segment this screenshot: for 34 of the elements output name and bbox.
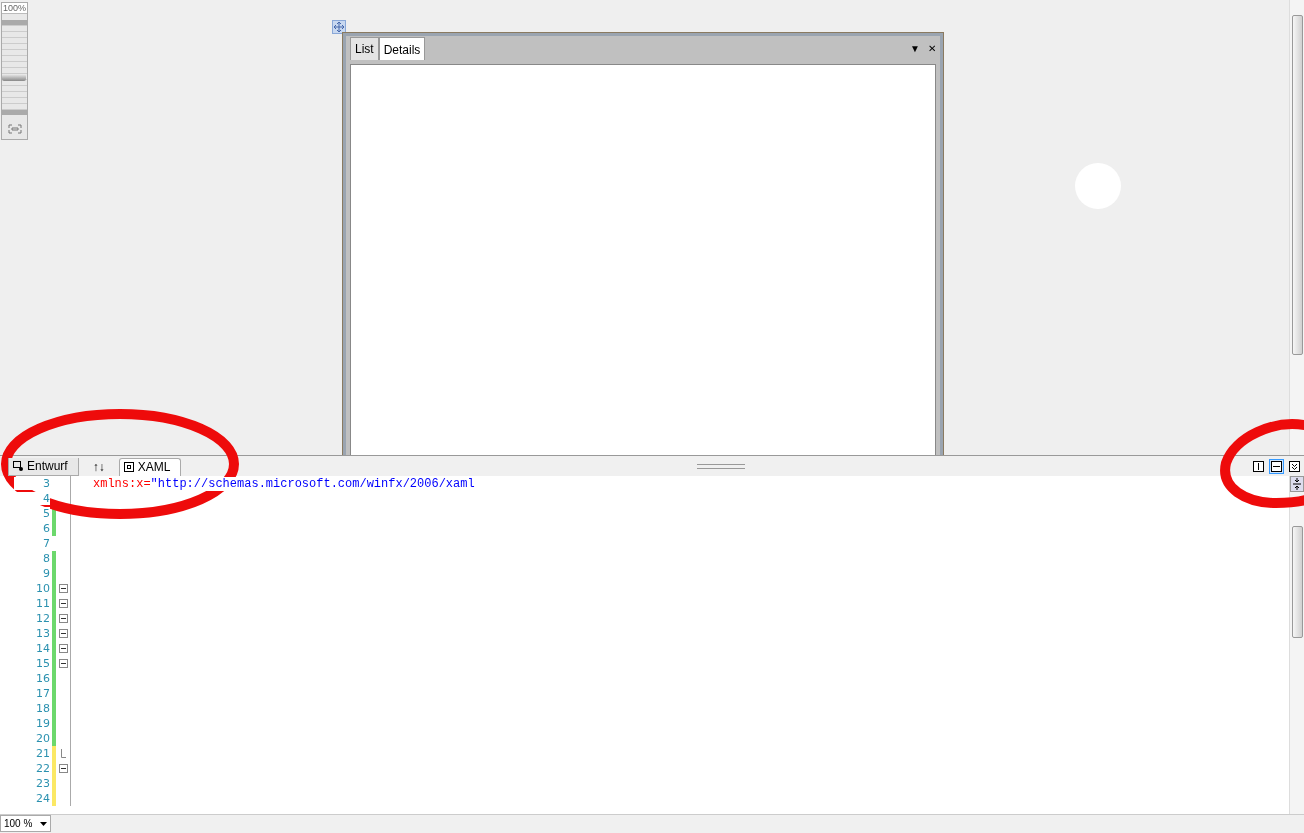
vertical-split-button[interactable] — [1251, 458, 1266, 474]
vertical-scrollbar[interactable] — [1289, 0, 1304, 455]
collapse-split-button[interactable] — [1287, 458, 1302, 474]
menu-dropdown-button[interactable]: ▼ — [906, 42, 924, 54]
scrollbar-thumb[interactable] — [1292, 15, 1303, 355]
split-handle-icon[interactable] — [1290, 476, 1304, 492]
markup-icon — [123, 462, 134, 472]
collapse-icon[interactable] — [58, 614, 68, 623]
collapse-icon[interactable] — [58, 584, 68, 593]
zoom-label: 100% — [2, 3, 27, 14]
window-tab[interactable]: List — [350, 37, 379, 60]
horizontal-split-button[interactable] — [1269, 458, 1284, 474]
fold-end-icon — [60, 749, 66, 758]
window-tab[interactable]: Details — [378, 37, 426, 60]
splitter-grip[interactable] — [697, 464, 745, 469]
collapse-icon[interactable] — [58, 629, 68, 638]
zoom-slider-thumb[interactable] — [2, 73, 26, 81]
line-number: 4 — [14, 492, 50, 505]
editor-scrollbar[interactable] — [1289, 476, 1304, 814]
move-handle-icon[interactable] — [332, 20, 346, 34]
design-icon — [13, 461, 23, 471]
zoom-dropdown[interactable]: 100 % — [0, 815, 52, 832]
zoom-slider[interactable] — [2, 20, 27, 115]
collapse-icon[interactable] — [58, 599, 68, 608]
caret-icon — [40, 821, 48, 826]
close-button[interactable]: ✕ — [924, 42, 940, 54]
view-tab[interactable]: XAML — [118, 458, 182, 476]
swap-panes-button[interactable]: ↑↓ — [82, 459, 115, 476]
line-number: 3 — [14, 477, 50, 490]
collapse-icon[interactable] — [58, 764, 68, 773]
scrollbar-thumb[interactable] — [1292, 526, 1303, 638]
collapse-icon[interactable] — [58, 644, 68, 653]
collapse-icon[interactable] — [58, 659, 68, 668]
view-tab[interactable]: Entwurf — [8, 458, 79, 476]
